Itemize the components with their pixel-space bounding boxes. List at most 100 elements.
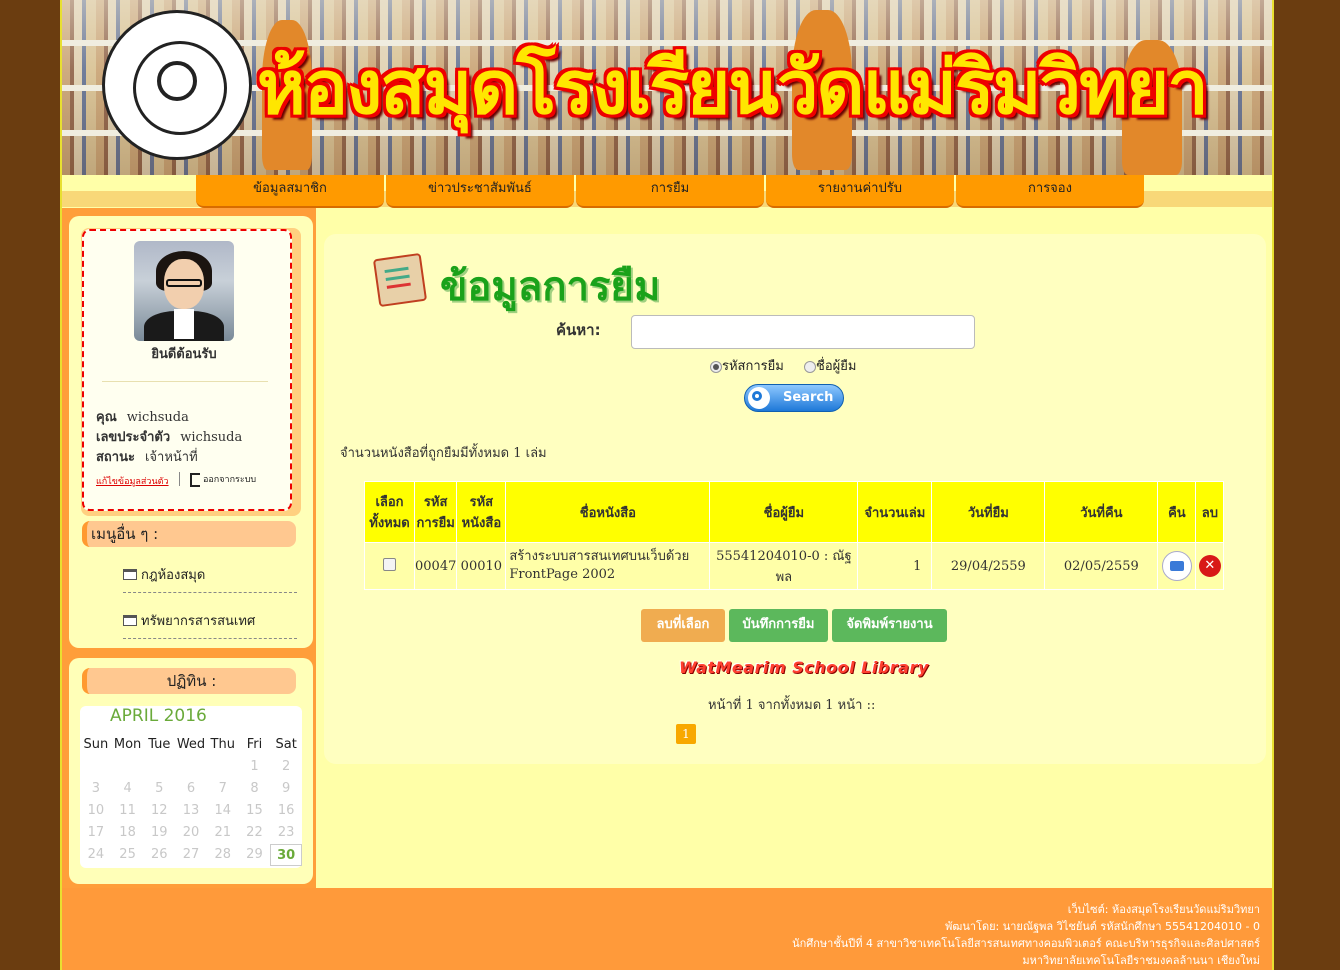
delete-icon[interactable]: ✕ <box>1198 555 1221 577</box>
calendar-day[interactable]: 13 <box>175 800 207 822</box>
footer-developer: พัฒนาโดย: นายณัฐพล วิไชยันต์ รหัสนักศึกษ… <box>945 920 1260 933</box>
calendar-header: ปฏิทิน : <box>82 668 296 694</box>
cell-quantity: 1 <box>857 542 933 590</box>
calendar-day[interactable]: 22 <box>239 822 271 844</box>
calendar-day[interactable]: 3 <box>80 778 112 800</box>
search-icon <box>748 387 770 409</box>
col-book-title: ชื่อหนังสือ <box>505 481 711 543</box>
calendar-day[interactable]: 5 <box>143 778 175 800</box>
col-return-date: วันที่คืน <box>1044 481 1159 543</box>
table-header-row: เลือกทั้งหมด รหัสการยืม รหัสหนังสือ ชื่อ… <box>364 481 1225 543</box>
calendar-day[interactable]: 27 <box>175 844 207 866</box>
welcome-text: ยินดีต้อนรับ <box>151 347 217 362</box>
calendar-day[interactable]: 9 <box>270 778 302 800</box>
left-sidebar: ยินดีต้อนรับ คุณ wichsuda เลขประจำตัว wich… <box>62 208 316 888</box>
page: ห้องสมุดโรงเรียนวัดแม่ริมวิทยา ข้อมูลสมา… <box>60 0 1274 970</box>
menu-item-information-resources[interactable]: ทรัพยากรสารสนเทศ <box>123 608 297 639</box>
calendar-week: 10 11 12 13 14 15 16 <box>80 800 302 822</box>
calendar-day[interactable]: 4 <box>112 778 144 800</box>
borrow-count-text: จำนวนหนังสือที่ถูกยืมมีทั้งหมด 1 เล่ม <box>340 446 547 461</box>
cell-book-title: สร้างระบบสารสนเทศบนเว็บด้วย FrontPage 20… <box>505 542 711 590</box>
library-brand-text: WatMearim School Library <box>679 658 929 677</box>
calendar-day[interactable]: 2 <box>270 756 302 778</box>
col-quantity: จำนวนเล่ม <box>857 481 933 543</box>
calendar: APRIL 2016 Sun Mon Tue Wed Thu Fri Sat 1234567… <box>80 706 303 868</box>
return-book-icon[interactable] <box>1161 551 1192 581</box>
calendar-week: 17 18 19 20 21 22 23 <box>80 822 302 844</box>
calendar-day[interactable]: 15 <box>239 800 271 822</box>
menu-item-library-rules[interactable]: กฎห้องสมุด <box>123 562 297 593</box>
calendar-weekdays: Sun Mon Tue Wed Thu Fri Sat <box>83 737 297 752</box>
row-checkbox[interactable] <box>383 557 396 571</box>
calendar-day[interactable]: 14 <box>207 800 239 822</box>
print-report-button[interactable]: จัดพิมพ์รายงาน <box>832 609 947 642</box>
nav-fine-report[interactable]: รายงานค่าปรับ <box>766 175 954 208</box>
select-all-header[interactable]: เลือกทั้งหมด <box>364 481 415 543</box>
calendar-day[interactable] <box>112 756 144 778</box>
calendar-day[interactable]: 19 <box>143 822 175 844</box>
calendar-day[interactable]: 16 <box>270 800 302 822</box>
logout-icon <box>190 472 200 487</box>
col-borrow-date: วันที่ยืม <box>931 481 1046 543</box>
user-name-row: คุณ wichsuda <box>96 410 189 425</box>
footer-university: มหาวิทยาลัยเทคโนโลยีราชมงคลล้านนา เชียงใ… <box>1022 954 1260 967</box>
cell-book-id: 00010 <box>456 542 507 590</box>
school-logo <box>102 10 252 160</box>
col-book-id: รหัสหนังสือ <box>456 481 507 543</box>
user-id-row: เลขประจำตัว wichsuda <box>96 430 243 445</box>
calendar-day[interactable] <box>207 756 239 778</box>
cell-borrow-id: 00047 <box>413 542 458 590</box>
calendar-day[interactable]: 6 <box>175 778 207 800</box>
calendar-day[interactable]: 8 <box>239 778 271 800</box>
radio-empty-icon <box>804 360 816 373</box>
col-borrower: ชื่อผู้ยืม <box>709 481 859 543</box>
calendar-week: 12 <box>80 756 302 778</box>
calendar-day[interactable] <box>80 756 112 778</box>
calendar-day[interactable]: 23 <box>270 822 302 844</box>
calendar-day[interactable]: 26 <box>143 844 175 866</box>
calendar-day[interactable] <box>175 756 207 778</box>
edit-profile-link[interactable]: แก้ไขข้อมูลส่วนตัว <box>96 474 169 488</box>
footer-student-info: นักศึกษาชั้นปีที่ 4 สาขาวิชาเทคโนโลยีสาร… <box>792 937 1260 950</box>
calendar-week: 3456789 <box>80 778 302 800</box>
col-borrow-id: รหัสการยืม <box>413 481 458 543</box>
nav-reservation[interactable]: การจอง <box>956 175 1144 208</box>
logout-link[interactable]: ออกจากระบบ <box>190 472 256 487</box>
radio-borrow-id[interactable]: รหัสการยืม <box>710 355 784 376</box>
radio-selected-icon <box>710 360 722 373</box>
calendar-day[interactable]: 24 <box>80 844 112 866</box>
calendar-day[interactable]: 11 <box>112 800 144 822</box>
other-menu-header: เมนูอื่น ๆ : <box>82 521 296 547</box>
calendar-day[interactable]: 10 <box>80 800 112 822</box>
calendar-day[interactable]: 30 <box>270 844 303 866</box>
delete-selected-button[interactable]: ลบที่เลือก <box>641 609 725 642</box>
calendar-day[interactable]: 17 <box>80 822 112 844</box>
calendar-day[interactable]: 28 <box>207 844 239 866</box>
footer-website: เว็บไซต์: ห้องสมุดโรงเรียนวัดแม่ริมวิทยา <box>1067 903 1260 916</box>
radio-borrower-name[interactable]: ชื่อผู้ยืม <box>804 355 856 376</box>
profile-panel: ยินดีต้อนรับ คุณ wichsuda เลขประจำตัว wich… <box>69 216 313 648</box>
calendar-day[interactable]: 7 <box>207 778 239 800</box>
profile-card: ยินดีต้อนรับ คุณ wichsuda เลขประจำตัว wich… <box>82 229 292 511</box>
nav-borrow[interactable]: การยืม <box>576 175 764 208</box>
avatar <box>134 241 234 341</box>
calendar-day[interactable]: 20 <box>175 822 207 844</box>
header-banner: ห้องสมุดโรงเรียนวัดแม่ริมวิทยา <box>62 0 1272 175</box>
calendar-day[interactable]: 12 <box>143 800 175 822</box>
calendar-day[interactable]: 18 <box>112 822 144 844</box>
nav-news[interactable]: ข่าวประชาสัมพันธ์ <box>386 175 574 208</box>
calendar-panel: ปฏิทิน : APRIL 2016 Sun Mon Tue Wed Thu Fri Sa… <box>69 658 313 884</box>
calendar-day[interactable]: 21 <box>207 822 239 844</box>
calendar-month: APRIL 2016 <box>110 706 207 726</box>
save-borrow-button[interactable]: บันทึกการยืม <box>729 609 828 642</box>
search-input[interactable] <box>631 315 975 349</box>
calendar-day[interactable]: 1 <box>239 756 271 778</box>
calendar-day[interactable]: 29 <box>239 844 271 866</box>
search-label: ค้นหา: <box>556 321 601 339</box>
nav-member-info[interactable]: ข้อมูลสมาชิก <box>196 175 384 208</box>
search-button[interactable]: Search <box>744 384 844 412</box>
borrow-table: เลือกทั้งหมด รหัสการยืม รหัสหนังสือ ชื่อ… <box>364 481 1225 590</box>
page-1-button[interactable]: 1 <box>676 724 696 744</box>
calendar-day[interactable]: 25 <box>112 844 144 866</box>
calendar-day[interactable] <box>143 756 175 778</box>
